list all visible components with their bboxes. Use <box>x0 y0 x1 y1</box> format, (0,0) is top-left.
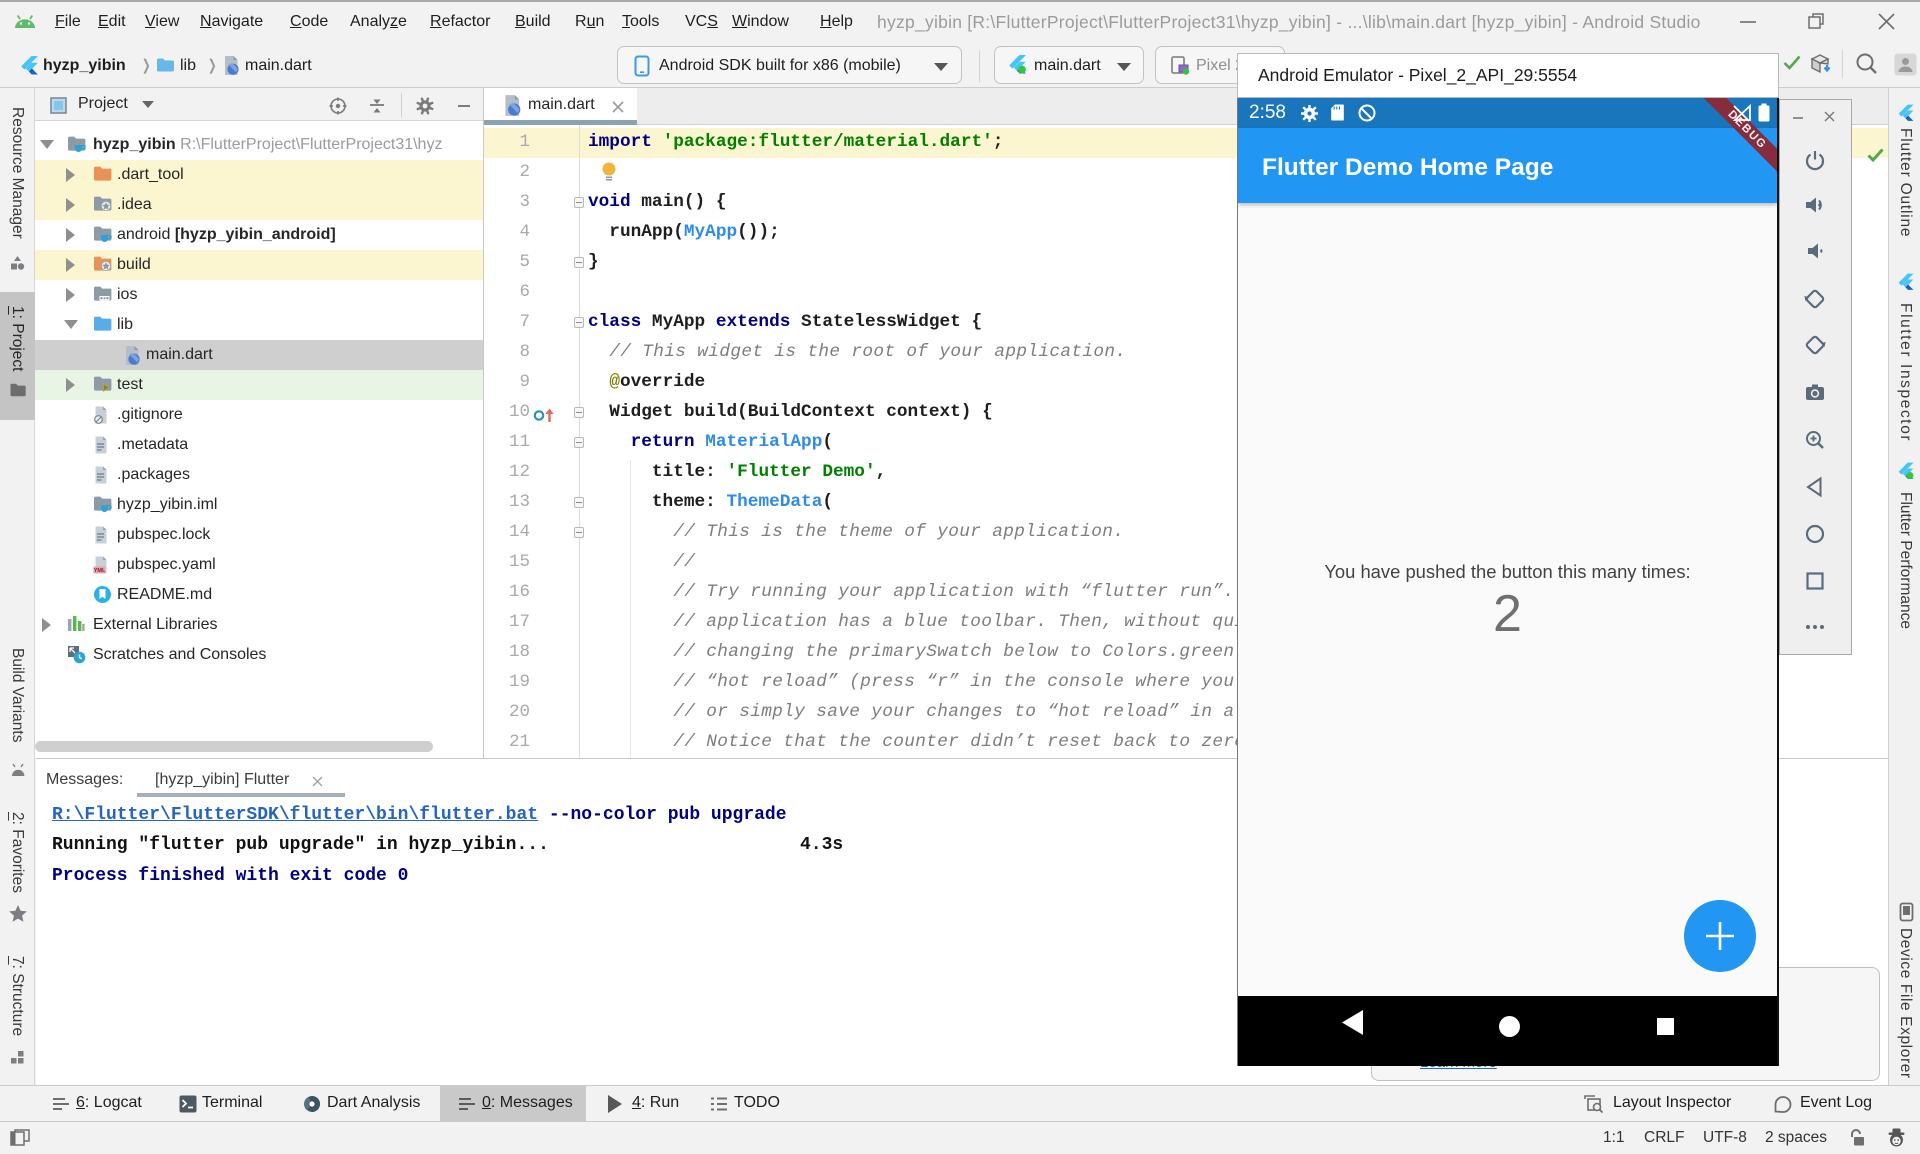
svg-text:YML: YML <box>94 568 106 574</box>
